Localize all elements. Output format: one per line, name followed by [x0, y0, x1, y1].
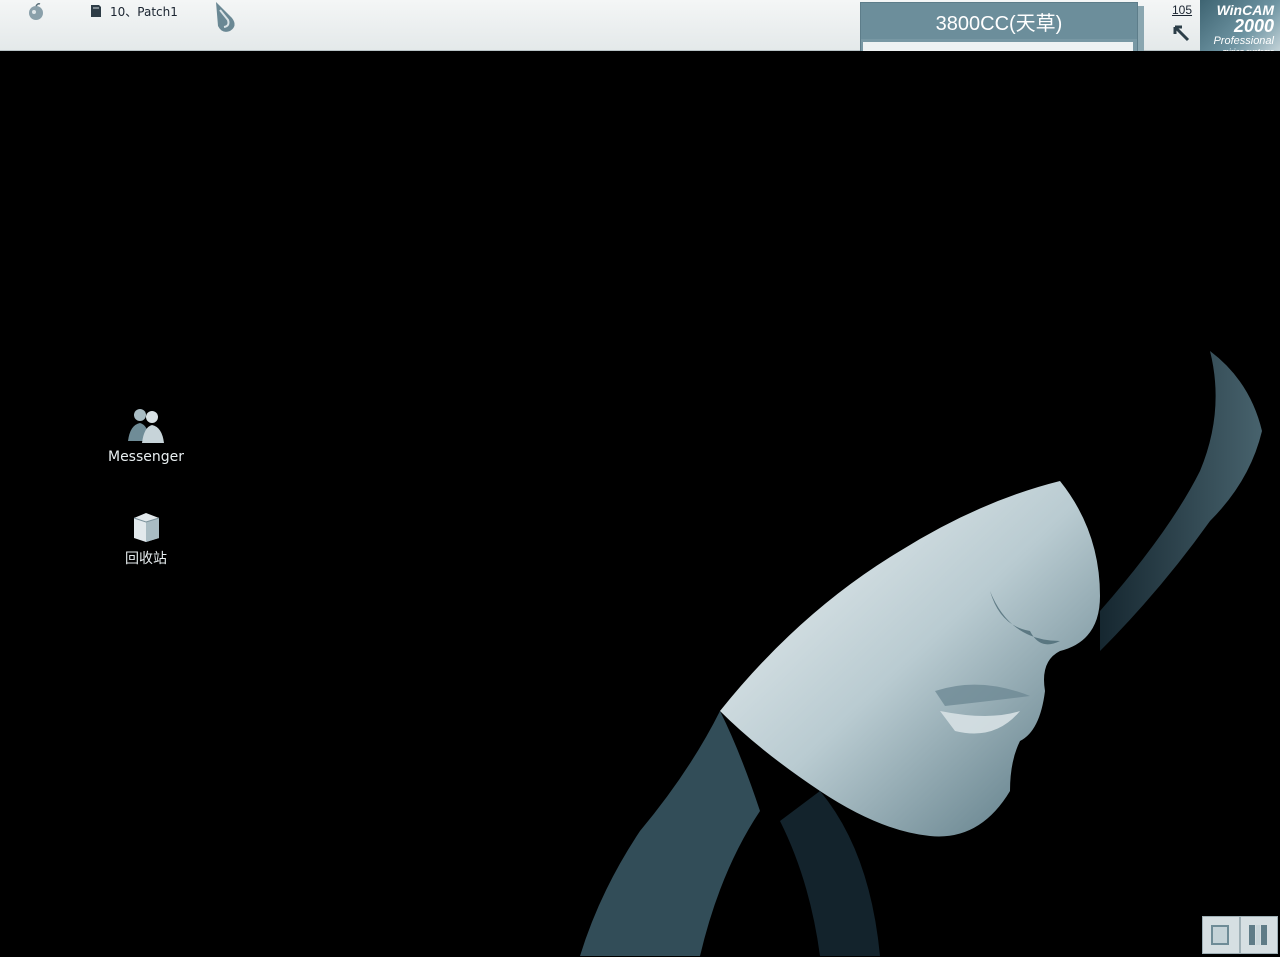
- logo-line-3: Professional: [1213, 35, 1274, 47]
- launcher-drop-icon[interactable]: [212, 0, 240, 34]
- recycle-bin-icon: [133, 513, 160, 542]
- document-icon: [91, 5, 101, 17]
- desktop-icon-label: 回收站: [125, 551, 167, 567]
- caption-title: 3800CC(天草): [861, 3, 1137, 39]
- show-desktop-button[interactable]: [1202, 916, 1240, 954]
- taskbar-item-patch[interactable]: 10、Patch1: [90, 0, 178, 22]
- arrow-resize-icon[interactable]: [1172, 24, 1190, 42]
- messenger-icon: [128, 409, 164, 443]
- desktop-wallpaper: [0, 51, 1280, 956]
- apple-menu-icon[interactable]: [26, 2, 46, 22]
- taskbar-item-label: 10、Patch1: [110, 4, 178, 19]
- bin-icon: [1249, 925, 1267, 945]
- desktop-icon-recycle-bin[interactable]: 回收站: [91, 508, 201, 568]
- tray-number: 105: [1172, 3, 1193, 17]
- desktop-icon-label: Messenger: [107, 449, 185, 465]
- logo-line-1: WinCAM: [1216, 2, 1274, 18]
- window-icon: [1211, 925, 1229, 945]
- logo-line-2: 2000: [1233, 16, 1274, 36]
- desktop-icon-messenger[interactable]: Messenger: [91, 405, 201, 465]
- trash-tray-button[interactable]: [1240, 916, 1278, 954]
